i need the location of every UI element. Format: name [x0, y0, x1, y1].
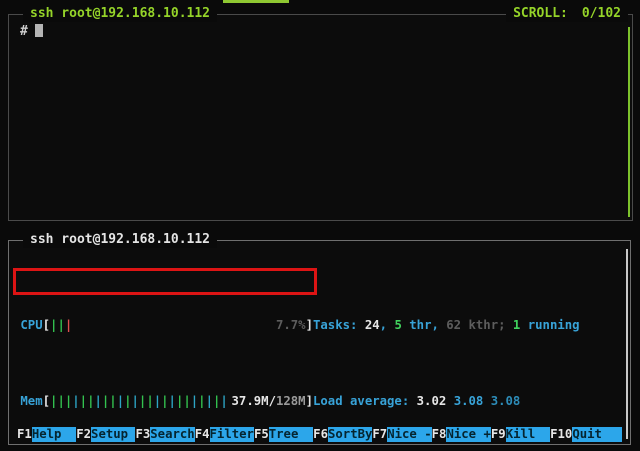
- fn-key-f9[interactable]: F9: [491, 427, 506, 442]
- fn-label-f9[interactable]: Kill: [506, 427, 550, 442]
- fn-key-f3[interactable]: F3: [135, 427, 150, 442]
- thread-count: 5: [394, 318, 401, 332]
- mem-slash: /: [269, 394, 276, 408]
- fn-label-f6[interactable]: SortBy: [328, 427, 372, 442]
- scroll-status: SCROLL: 0/102: [506, 6, 628, 22]
- cpu-bar-area: |||7.7%: [50, 318, 306, 333]
- pane-scrollbar[interactable]: [626, 249, 628, 439]
- fn-label-f3[interactable]: Search: [150, 427, 194, 442]
- fn-key-f8[interactable]: F8: [432, 427, 447, 442]
- scroll-label: SCROLL:: [513, 6, 568, 21]
- fn-label-f7[interactable]: Nice -: [387, 427, 431, 442]
- separator: ,: [380, 318, 395, 332]
- load-1min: 3.02: [417, 394, 454, 408]
- cpu-meter: CPU[|||7.7%]: [13, 318, 313, 333]
- terminal-screen: ssh root@192.168.10.112 SCROLL:0/102 # s…: [0, 0, 640, 451]
- fn-key-f1[interactable]: F1: [17, 427, 32, 442]
- running-label: running: [520, 318, 579, 332]
- load-5min: 3.08: [454, 394, 491, 408]
- prompt-char: #: [20, 24, 28, 39]
- meter-bar: |: [206, 394, 213, 408]
- meter-bar: |: [72, 394, 79, 408]
- cpu-meter-value: 7.7%: [276, 318, 306, 333]
- meter-bar: |: [117, 394, 124, 408]
- meter-bar: |: [132, 394, 139, 408]
- meter-bar: |: [161, 394, 168, 408]
- htop-app: CPU[|||7.7%] Tasks: 24, 5 thr, 62 kthr; …: [13, 241, 626, 444]
- cpu-meter-line: CPU[|||7.7%] Tasks: 24, 5 thr, 62 kthr; …: [13, 318, 626, 333]
- bracket-close: ]: [306, 318, 313, 333]
- mem-used: 37.9M: [232, 394, 269, 408]
- scrollbar-indicator[interactable]: [628, 27, 630, 217]
- tasks-stats: Tasks: 24, 5 thr, 62 kthr; 1 running: [313, 318, 580, 333]
- bracket-open: [: [43, 318, 50, 333]
- bottom-terminal-pane: ssh root@192.168.10.112 CPU[|||7.7%] Tas…: [8, 240, 631, 445]
- thread-label: thr,: [402, 318, 446, 332]
- bracket-open: [: [43, 394, 50, 409]
- fn-label-f1[interactable]: Help: [32, 427, 76, 442]
- fn-label-f5[interactable]: Tree: [269, 427, 313, 442]
- meter-bar: |: [57, 394, 64, 408]
- fn-label-f10[interactable]: Quit: [572, 427, 622, 442]
- mem-meter-label: Mem: [20, 394, 42, 409]
- mem-bar-area: ||||||||||||||||||||||||37.9M/128M: [50, 394, 306, 409]
- load-15min: 3.08: [491, 394, 521, 408]
- indent: [13, 318, 20, 333]
- mem-meter: Mem[||||||||||||||||||||||||37.9M/128M]: [13, 394, 313, 409]
- fn-key-f7[interactable]: F7: [372, 427, 387, 442]
- meter-bar: |: [65, 318, 72, 332]
- fn-key-f10[interactable]: F10: [550, 427, 572, 442]
- tasks-label: Tasks:: [313, 318, 365, 332]
- indent: [13, 394, 20, 409]
- bracket-close: ]: [306, 394, 313, 409]
- meter-bar: |: [220, 394, 227, 408]
- cpu-meter-label: CPU: [20, 318, 42, 333]
- shell-prompt[interactable]: #: [20, 24, 43, 39]
- load-stats: Load average: 3.02 3.08 3.08: [313, 394, 520, 409]
- fn-label-f8[interactable]: Nice +: [446, 427, 490, 442]
- meter-bar: |: [154, 394, 161, 408]
- fn-label-f2[interactable]: Setup: [91, 427, 135, 442]
- fn-key-f4[interactable]: F4: [195, 427, 210, 442]
- top-pane-title-text: ssh root@192.168.10.112: [30, 6, 210, 21]
- scroll-value: 0/102: [582, 6, 621, 21]
- fn-key-f2[interactable]: F2: [76, 427, 91, 442]
- fn-key-f6[interactable]: F6: [313, 427, 328, 442]
- kthread-count: 62 kthr;: [446, 318, 513, 332]
- meter-bar: |: [57, 318, 64, 332]
- text-cursor: [35, 24, 43, 37]
- mem-meter-line: Mem[||||||||||||||||||||||||37.9M/128M] …: [13, 394, 626, 409]
- meter-bar: |: [109, 394, 116, 408]
- top-terminal-pane: ssh root@192.168.10.112 SCROLL:0/102 #: [8, 14, 633, 221]
- meter-bar: |: [124, 394, 131, 408]
- fn-label-f4[interactable]: Filter: [210, 427, 254, 442]
- meter-bar: |: [80, 394, 87, 408]
- function-key-bar: F1Help F2Setup F3SearchF4FilterF5Tree F6…: [17, 427, 622, 442]
- meter-bar: |: [146, 394, 153, 408]
- meter-bar: |: [94, 394, 101, 408]
- tasks-count: 24: [365, 318, 380, 332]
- top-activity-line: [223, 0, 289, 3]
- meter-bar: |: [169, 394, 176, 408]
- fn-key-f5[interactable]: F5: [254, 427, 269, 442]
- mem-meter-value: 37.9M/128M: [232, 394, 306, 409]
- meter-bar: |: [198, 394, 205, 408]
- load-label: Load average:: [313, 394, 417, 408]
- mem-total: 128M: [276, 394, 306, 408]
- meter-bar: |: [183, 394, 190, 408]
- top-pane-title: ssh root@192.168.10.112: [23, 6, 217, 22]
